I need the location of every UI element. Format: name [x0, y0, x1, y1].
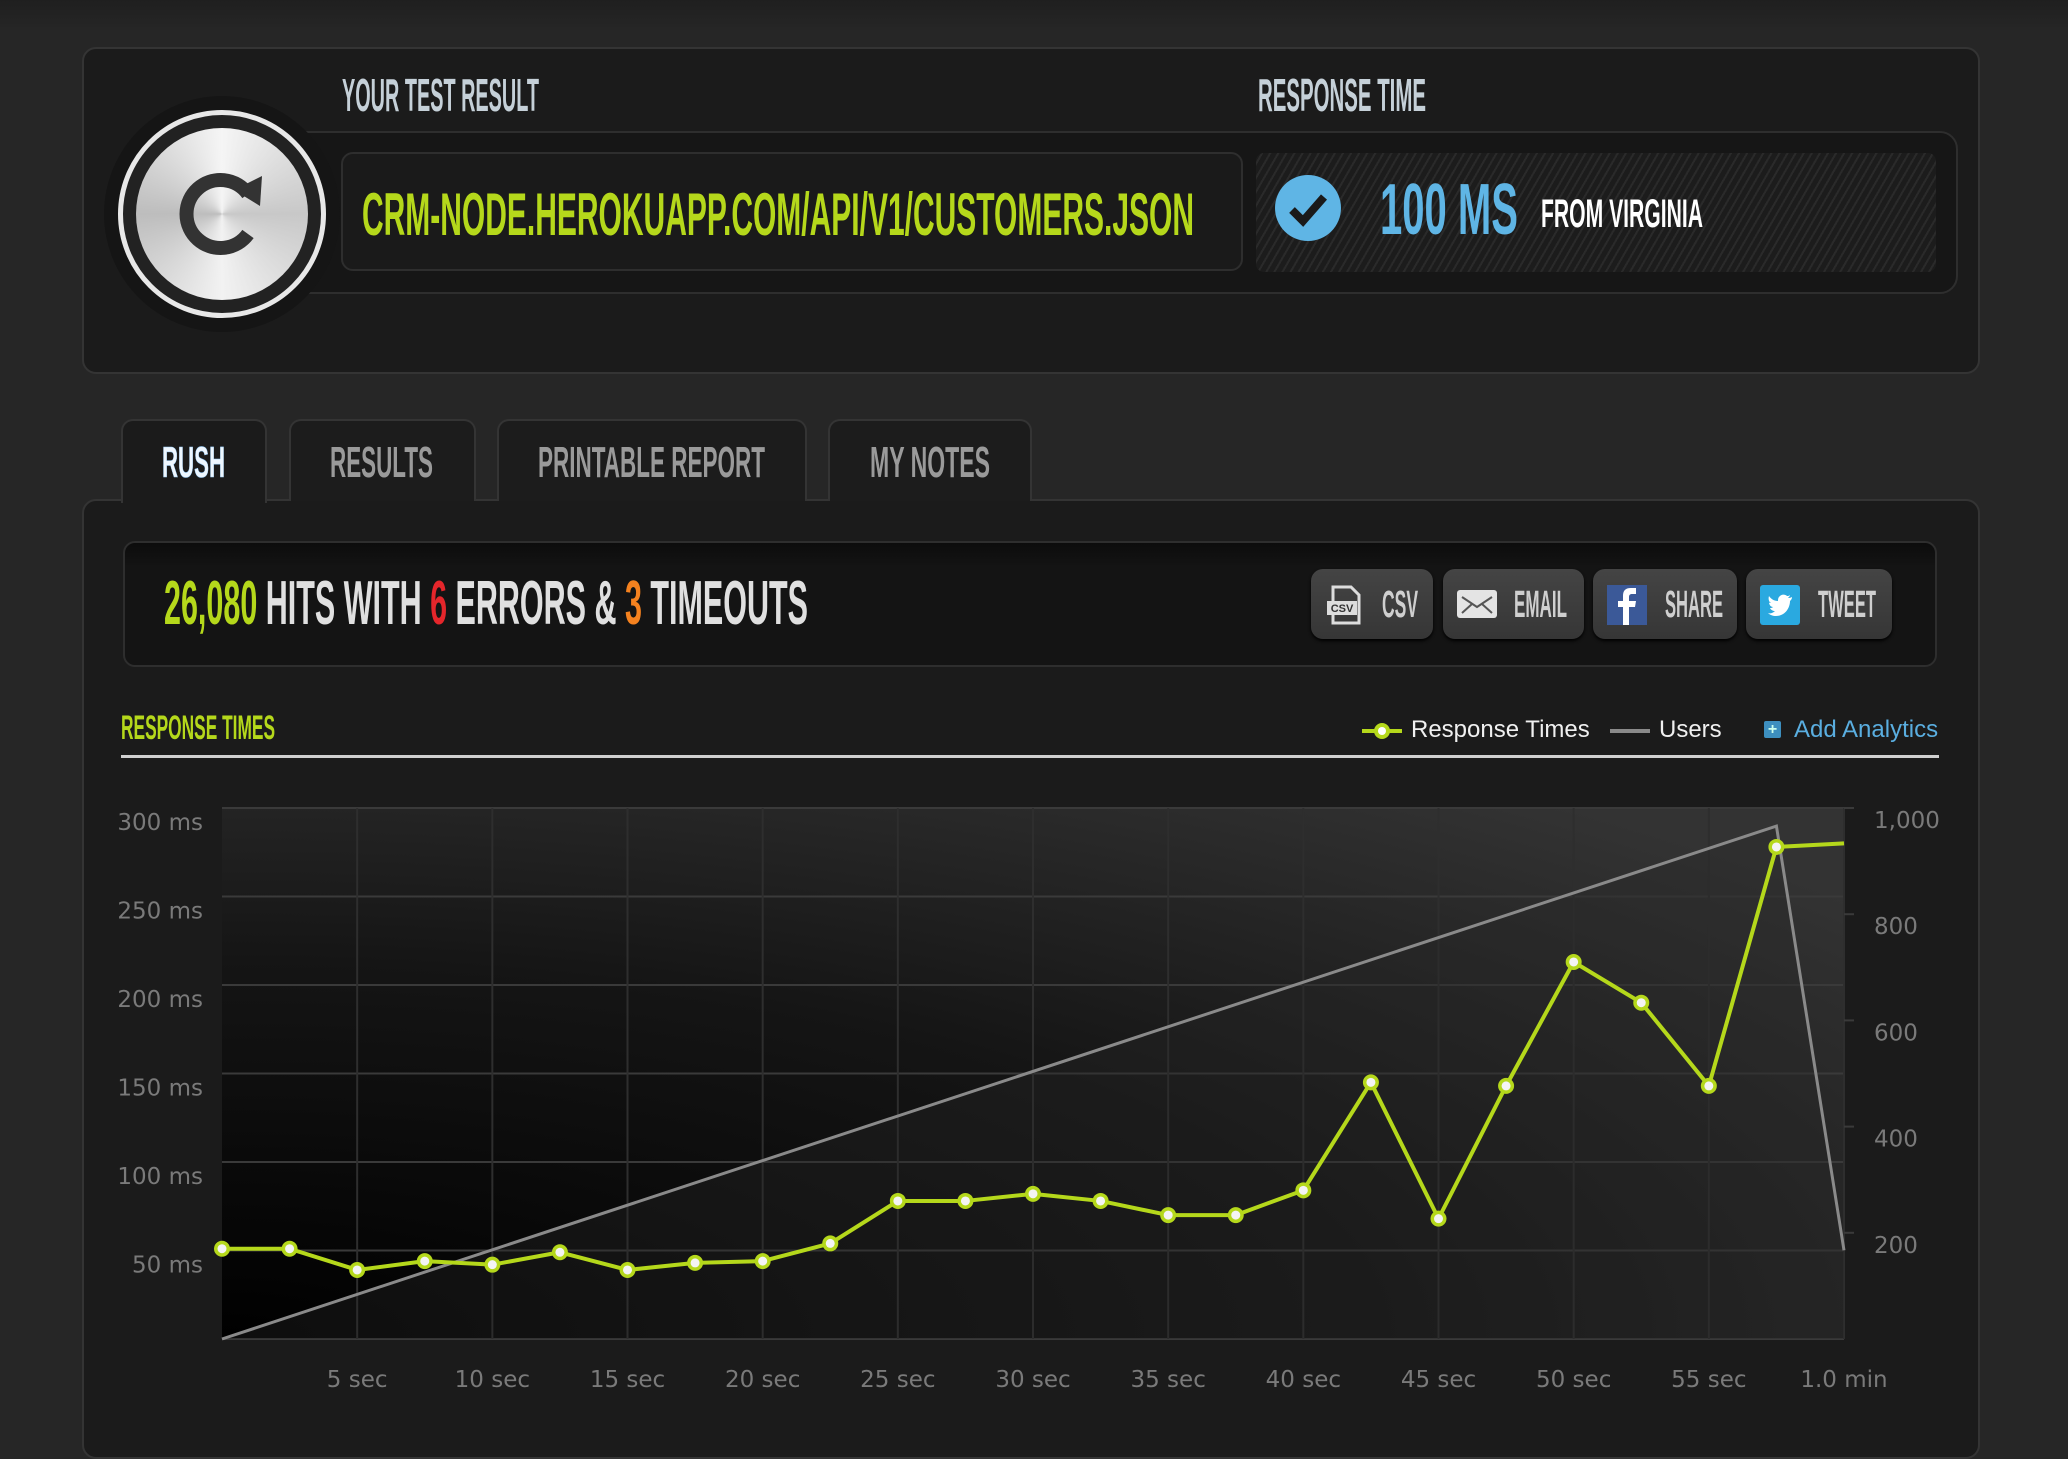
x-tick-label: 35 sec — [1130, 1367, 1205, 1393]
y-left-tick-label: 200 ms — [117, 987, 203, 1013]
y-left-tick-label: 150 ms — [117, 1076, 203, 1102]
y-left-tick-label: 300 ms — [117, 810, 203, 836]
x-tick-label: 30 sec — [995, 1367, 1070, 1393]
x-tick-label: 45 sec — [1401, 1367, 1476, 1393]
response-time-point-center — [825, 1238, 835, 1248]
y-left-tick-label: 250 ms — [117, 899, 203, 925]
response-time-point-center — [623, 1265, 632, 1275]
x-tick-label: 15 sec — [590, 1367, 665, 1393]
y-left-tick-label: 100 ms — [117, 1164, 203, 1190]
x-tick-label: 55 sec — [1671, 1367, 1746, 1393]
y-left-tick-label: 50 ms — [132, 1253, 203, 1279]
y-right-tick-label: 1,000 — [1874, 808, 1940, 834]
response-time-point-center — [352, 1265, 362, 1275]
response-times-chart: 50 ms 100 ms 150 ms 200 ms 250 ms 300 ms 5 sec… — [117, 807, 1940, 1393]
timeouts-label: TIMEOUTS — [642, 569, 808, 638]
response-time-point-center — [420, 1256, 430, 1266]
x-tick-label: 5 sec — [327, 1367, 388, 1393]
errors-label: ERRORS & — [447, 569, 625, 638]
response-time-point-center — [690, 1258, 700, 1268]
x-tick-label: 50 sec — [1536, 1367, 1611, 1393]
hits-summary: 26,080 HITS WITH 6 ERRORS & 3 TIMEOUTS — [164, 569, 808, 638]
hits-with-label: HITS WITH — [257, 569, 430, 638]
x-tick-label: 40 sec — [1266, 1367, 1341, 1393]
y-right-tick-label: 400 — [1874, 1127, 1918, 1153]
x-tick-label: 25 sec — [860, 1367, 935, 1393]
response-time-point-center — [555, 1247, 565, 1257]
tweet-button-label[interactable]: TWEET — [1818, 584, 1876, 626]
y-right-tick-label: 800 — [1874, 914, 1918, 940]
response-time-point-center — [960, 1196, 970, 1206]
response-time-point-center — [1096, 1196, 1106, 1206]
response-time-point-center — [1771, 842, 1781, 852]
tab-my-notes-label[interactable]: MY NOTES — [870, 438, 990, 487]
hits-count: 26,080 — [164, 569, 257, 638]
response-time-point-center — [1569, 957, 1579, 967]
response-time-point-center — [893, 1196, 903, 1206]
response-time-point-center — [1298, 1185, 1308, 1195]
response-time-point-center — [1636, 998, 1646, 1008]
response-time-point-center — [1704, 1081, 1714, 1091]
x-tick-label: 20 sec — [725, 1367, 800, 1393]
response-time-point-center — [1434, 1214, 1443, 1224]
response-time-point-center — [1231, 1210, 1241, 1220]
share-button-label[interactable]: SHARE — [1665, 584, 1723, 626]
response-time-point-center — [758, 1256, 768, 1266]
response-times-title: RESPONSE TIMES — [121, 709, 275, 747]
response-time-point-center — [1028, 1189, 1038, 1199]
y-right-tick-label: 200 — [1874, 1233, 1918, 1259]
tab-results-label[interactable]: RESULTS — [330, 438, 433, 487]
main-text: RUSH RESULTS PRINTABLE REPORT MY NOTES 2… — [121, 438, 1876, 747]
response-time-point-center — [1366, 1077, 1376, 1087]
x-tick-label: 10 sec — [455, 1367, 530, 1393]
response-time-point-center — [487, 1260, 497, 1270]
errors-count: 6 — [430, 569, 447, 638]
response-time-point-center — [1501, 1081, 1511, 1091]
tab-rush-label[interactable]: RUSH — [162, 438, 226, 488]
response-time-point-center — [217, 1244, 227, 1254]
csv-button-label[interactable]: CSV — [1382, 584, 1418, 626]
response-time-point-center — [285, 1244, 295, 1254]
email-button-label[interactable]: EMAIL — [1514, 584, 1567, 626]
x-tick-label: 1.0 min — [1800, 1367, 1887, 1393]
response-time-point-center — [1163, 1210, 1173, 1220]
timeouts-count: 3 — [625, 569, 642, 638]
y-right-tick-label: 600 — [1874, 1020, 1918, 1046]
tab-printable-report-label[interactable]: PRINTABLE REPORT — [538, 438, 765, 487]
